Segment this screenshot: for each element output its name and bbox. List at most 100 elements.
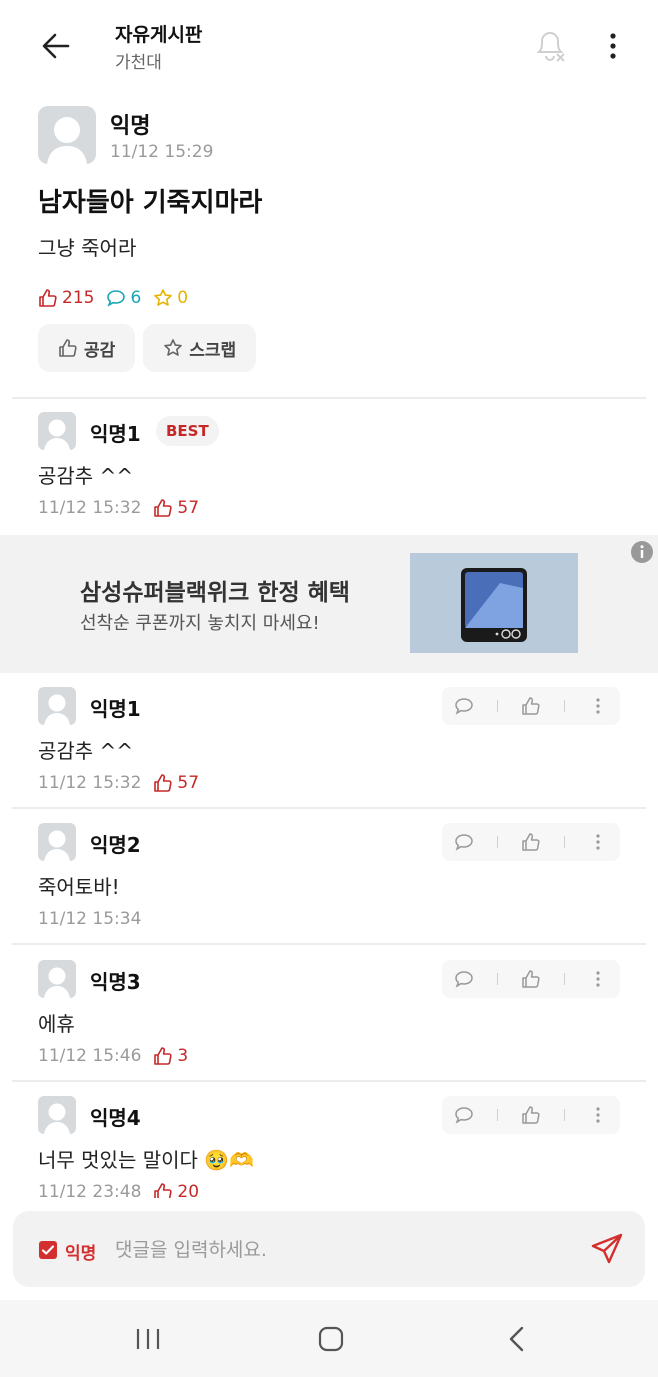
checkmark-icon bbox=[41, 1245, 55, 1255]
separator bbox=[496, 836, 498, 848]
comment-author: 익명1 bbox=[90, 697, 141, 721]
comment-count-value: 6 bbox=[130, 288, 142, 308]
more-vertical-icon[interactable] bbox=[588, 696, 608, 716]
more-vertical-icon bbox=[610, 33, 616, 59]
chevron-left-icon bbox=[509, 1326, 524, 1352]
comment-item: 익명2 죽어토바! 11/12 15:34 bbox=[0, 823, 658, 953]
comment-author: 익명2 bbox=[90, 833, 141, 857]
comment-input[interactable] bbox=[115, 1233, 575, 1267]
separator bbox=[564, 700, 566, 712]
comment-like-count: 57 bbox=[153, 498, 199, 518]
like-count: 215 bbox=[38, 288, 94, 308]
post-title: 남자들아 기죽지마라 bbox=[38, 188, 263, 218]
thumbs-up-icon bbox=[39, 289, 57, 307]
comment-bubble-icon bbox=[107, 290, 126, 307]
divider bbox=[12, 807, 646, 809]
ad-subtitle: 선착순 쿠폰까지 놓치지 마세요! bbox=[80, 613, 320, 634]
comment-avatar bbox=[38, 687, 76, 725]
post-author: 익명 bbox=[110, 114, 151, 139]
recents-button[interactable] bbox=[134, 1328, 162, 1350]
send-button[interactable] bbox=[589, 1231, 625, 1267]
best-badge: BEST bbox=[156, 416, 219, 446]
thumbs-up-icon[interactable] bbox=[521, 1105, 541, 1125]
phone-image bbox=[461, 568, 527, 642]
comment-body: 공감추 ^^ bbox=[38, 464, 134, 488]
comment-meta: 11/12 15:32 57 bbox=[38, 498, 199, 518]
school-name: 가천대 bbox=[115, 53, 162, 73]
comment-count: 6 bbox=[106, 288, 141, 308]
comment-item: 익명1 공감추 ^^ 11/12 15:32 57 bbox=[0, 687, 658, 817]
like-button-label: 공감 bbox=[84, 340, 116, 361]
anonymous-label[interactable]: 익명 bbox=[65, 1239, 96, 1264]
post-body: 그냥 죽어라 bbox=[38, 236, 137, 260]
thumbs-up-icon[interactable] bbox=[521, 969, 541, 989]
ad-info-button[interactable] bbox=[630, 540, 654, 564]
default-avatar-icon bbox=[47, 117, 87, 164]
comment-item: 익명3 에휴 11/12 15:46 3 bbox=[0, 960, 658, 1090]
comment-actions bbox=[442, 823, 620, 861]
reply-icon[interactable] bbox=[454, 696, 474, 716]
default-avatar-icon bbox=[44, 967, 70, 998]
scrap-count: 0 bbox=[153, 288, 188, 308]
separator bbox=[564, 973, 566, 985]
comment-body: 죽어토바! bbox=[38, 875, 120, 899]
thumbs-up-icon[interactable] bbox=[521, 832, 541, 852]
top-bar: 자유게시판 가천대 bbox=[0, 0, 658, 92]
default-avatar-icon bbox=[44, 1103, 70, 1134]
ad-banner[interactable]: 삼성슈퍼블랙위크 한정 혜택 선착순 쿠폰까지 놓치지 마세요! bbox=[0, 535, 658, 673]
scrap-button-label: 스크랩 bbox=[189, 340, 237, 361]
comment-actions bbox=[442, 1096, 620, 1134]
back-button[interactable] bbox=[38, 28, 74, 64]
comment-avatar bbox=[38, 1096, 76, 1134]
more-options-button[interactable] bbox=[598, 28, 628, 64]
send-icon bbox=[591, 1233, 623, 1264]
scrap-button[interactable]: 스크랩 bbox=[143, 324, 257, 372]
comment-body: 너무 멋있는 말이다 🥹🫶 bbox=[38, 1148, 255, 1172]
post-stats: 215 6 0 bbox=[38, 286, 200, 310]
comment-meta: 11/12 15:32 57 bbox=[38, 773, 199, 793]
post-action-buttons: 공감 스크랩 bbox=[38, 324, 264, 372]
anonymous-checkbox[interactable] bbox=[39, 1241, 57, 1259]
more-vertical-icon[interactable] bbox=[588, 969, 608, 989]
ad-product-image bbox=[410, 553, 578, 653]
recent-apps-icon bbox=[136, 1329, 160, 1349]
bell-off-icon bbox=[536, 32, 565, 62]
comment-timestamp: 11/12 15:32 bbox=[38, 498, 142, 518]
scrap-count-value: 0 bbox=[177, 288, 189, 308]
comment-avatar bbox=[38, 412, 76, 450]
reply-icon[interactable] bbox=[454, 1105, 474, 1125]
thumbs-up-icon bbox=[59, 339, 77, 357]
comment-meta: 11/12 15:46 3 bbox=[38, 1046, 188, 1066]
notification-toggle-button[interactable] bbox=[532, 26, 568, 66]
post-timestamp: 11/12 15:29 bbox=[110, 142, 214, 162]
reply-icon[interactable] bbox=[454, 969, 474, 989]
comment-timestamp: 11/12 15:46 bbox=[38, 1046, 142, 1066]
comment-body: 에휴 bbox=[38, 1012, 75, 1036]
more-vertical-icon[interactable] bbox=[588, 1105, 608, 1125]
thumbs-up-icon[interactable] bbox=[521, 696, 541, 716]
separator bbox=[496, 700, 498, 712]
comment-like-value: 3 bbox=[177, 1046, 189, 1066]
comment-timestamp: 11/12 15:32 bbox=[38, 773, 142, 793]
divider bbox=[12, 943, 646, 945]
divider bbox=[12, 1080, 646, 1082]
info-icon bbox=[631, 541, 653, 563]
comment-body: 공감추 ^^ bbox=[38, 739, 134, 763]
like-button[interactable]: 공감 bbox=[38, 324, 136, 372]
comment-like-count: 3 bbox=[153, 1046, 188, 1066]
home-button[interactable] bbox=[318, 1326, 344, 1352]
board-title: 자유게시판 bbox=[115, 24, 203, 46]
like-count-value: 215 bbox=[62, 288, 95, 308]
thumbs-up-icon bbox=[154, 499, 173, 517]
comment-actions bbox=[442, 687, 620, 725]
star-icon bbox=[154, 289, 173, 306]
system-back-button[interactable] bbox=[506, 1326, 528, 1352]
default-avatar-icon bbox=[44, 830, 70, 861]
author-avatar bbox=[38, 106, 96, 164]
comment-actions bbox=[442, 960, 620, 998]
comment-like-value: 57 bbox=[177, 773, 200, 793]
comment-composer: 익명 bbox=[13, 1211, 645, 1287]
comment-meta: 11/12 15:34 bbox=[38, 909, 141, 929]
reply-icon[interactable] bbox=[454, 832, 474, 852]
more-vertical-icon[interactable] bbox=[588, 832, 608, 852]
